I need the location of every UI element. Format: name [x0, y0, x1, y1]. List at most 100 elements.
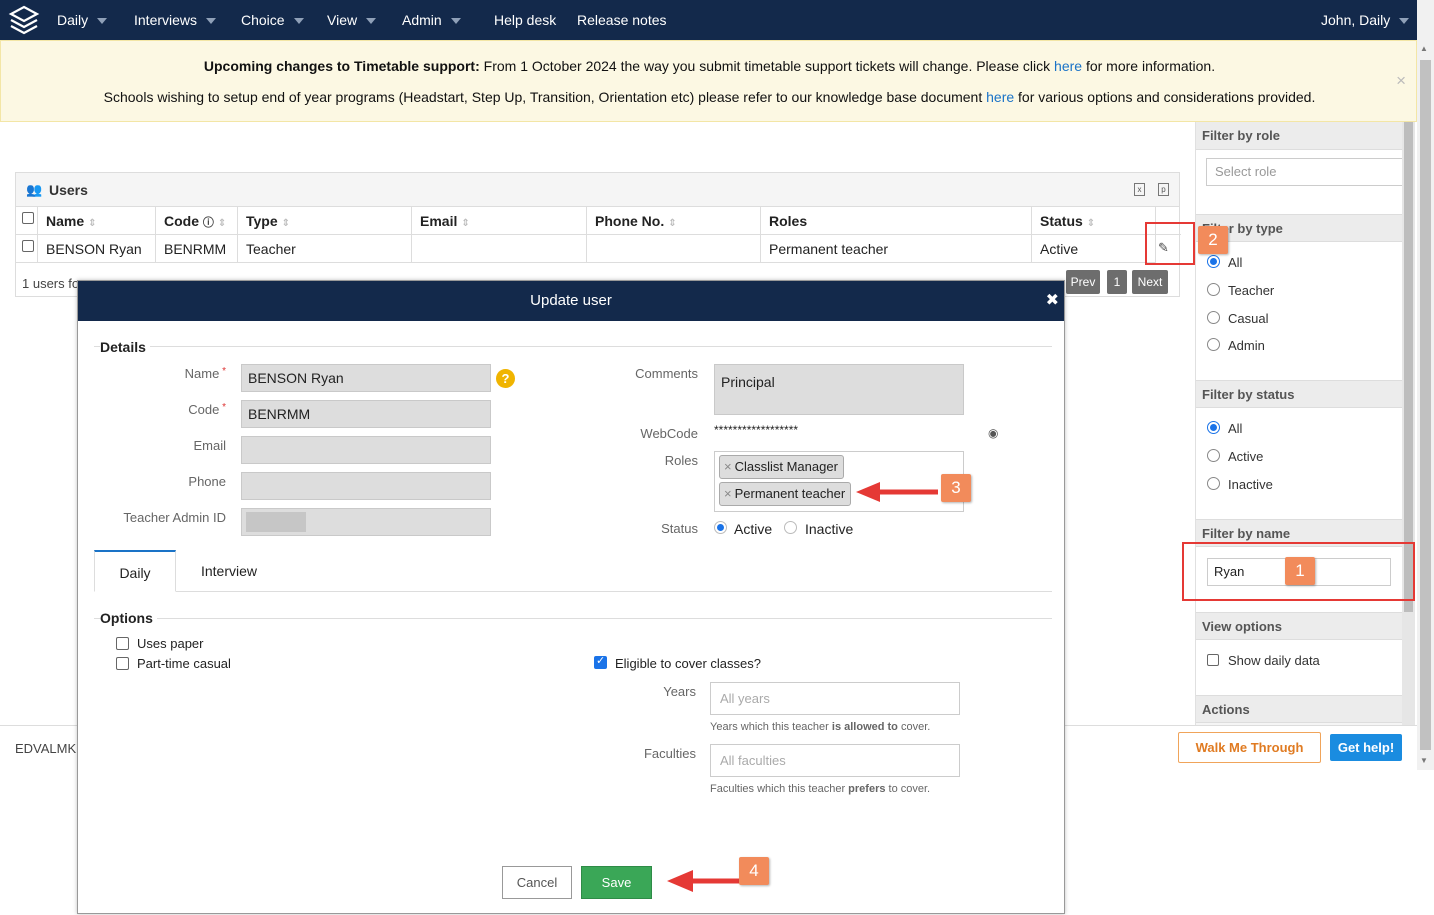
- teacher-admin-id-input[interactable]: [241, 508, 491, 536]
- type-radio-admin[interactable]: [1207, 338, 1220, 351]
- faculties-hint: Faculties which this teacher prefers to …: [710, 783, 931, 795]
- export-excel-icon[interactable]: x: [1134, 183, 1145, 196]
- options-legend: Options: [100, 610, 157, 626]
- sort-icon: ⇕: [281, 218, 291, 229]
- info-icon: ⓘ: [202, 217, 214, 229]
- sort-icon: ⇕: [217, 218, 227, 229]
- prev-page-button[interactable]: Prev: [1066, 270, 1100, 294]
- top-navbar: Daily Interviews Choice View Admin Help …: [0, 0, 1434, 40]
- years-hint: Years which this teacher is allowed to c…: [710, 721, 931, 733]
- page-scrollbar-thumb[interactable]: [1420, 60, 1431, 750]
- comments-textarea[interactable]: Principal: [714, 364, 964, 415]
- type-radio-all[interactable]: [1207, 255, 1220, 268]
- uses-paper-checkbox[interactable]: [116, 637, 129, 650]
- filter-role-title: Filter by role: [1196, 122, 1403, 150]
- email-input[interactable]: [241, 436, 491, 464]
- annotation-box-2: [1145, 222, 1195, 265]
- nav-menu-view[interactable]: View: [327, 0, 377, 40]
- help-icon[interactable]: ?: [496, 369, 515, 388]
- code-input[interactable]: BENRMM: [241, 400, 491, 428]
- page-1-button[interactable]: 1: [1107, 270, 1127, 294]
- modal-title: Update user: [530, 292, 612, 309]
- cancel-button[interactable]: Cancel: [502, 866, 572, 899]
- select-all-checkbox[interactable]: [22, 212, 34, 224]
- years-input[interactable]: All years: [710, 682, 960, 715]
- footer-brand: EDVALMK: [15, 741, 77, 756]
- webcode-label: WebCode: [640, 426, 698, 441]
- next-page-button[interactable]: Next: [1132, 270, 1168, 294]
- part-time-casual-label: Part-time casual: [137, 656, 231, 671]
- column-header-phone[interactable]: Phone No. ⇕: [587, 207, 761, 235]
- chevron-down-icon: [450, 18, 461, 25]
- status-radio-inactive[interactable]: [1207, 477, 1220, 490]
- view-options-section: Show daily data: [1196, 640, 1403, 695]
- banner-close-icon[interactable]: ×: [1396, 71, 1406, 91]
- role-tag-classlist-manager[interactable]: × Classlist Manager: [719, 455, 844, 479]
- users-count: 1 users fo: [22, 276, 80, 291]
- scroll-down-icon[interactable]: ▼: [1420, 756, 1428, 765]
- tab-interview[interactable]: Interview: [186, 550, 272, 592]
- save-button[interactable]: Save: [581, 866, 652, 899]
- column-header-status[interactable]: Status ⇕: [1032, 207, 1156, 235]
- banner-link-1[interactable]: here: [1054, 58, 1082, 74]
- status-label-active: Active: [1228, 449, 1264, 464]
- tab-daily[interactable]: Daily: [94, 550, 176, 592]
- remove-tag-icon[interactable]: ×: [724, 486, 732, 501]
- role-select[interactable]: Select role: [1206, 158, 1403, 186]
- status-radio-inactive[interactable]: [784, 521, 797, 534]
- status-label-all: All: [1228, 421, 1243, 436]
- users-panel: 👥 Users x p Name ⇕ Code ⓘ ⇕ Type ⇕ Email ⇕ P…: [15, 172, 1181, 297]
- column-header-email[interactable]: Email ⇕: [412, 207, 587, 235]
- get-help-button[interactable]: Get help!: [1330, 734, 1402, 761]
- type-radio-teacher[interactable]: [1207, 283, 1220, 296]
- status-radio-active[interactable]: [1207, 449, 1220, 462]
- filter-status-section: All Active Inactive: [1196, 408, 1403, 519]
- user-menu[interactable]: John, Daily: [1321, 0, 1410, 40]
- cell-roles: Permanent teacher: [761, 235, 1032, 263]
- phone-label: Phone: [188, 474, 226, 489]
- type-label-admin: Admin: [1228, 338, 1265, 353]
- annotation-arrow-4: [667, 870, 739, 892]
- nav-menu-interviews[interactable]: Interviews: [134, 0, 217, 40]
- type-label-casual: Casual: [1228, 311, 1269, 326]
- nav-menu-daily[interactable]: Daily: [57, 0, 108, 40]
- column-header-type[interactable]: Type ⇕: [238, 207, 412, 235]
- show-daily-checkbox[interactable]: [1207, 654, 1219, 666]
- type-label-all: All: [1228, 255, 1243, 270]
- remove-tag-icon[interactable]: ×: [724, 459, 732, 474]
- walk-me-through-button[interactable]: Walk Me Through: [1178, 732, 1321, 763]
- banner-link-2[interactable]: here: [986, 89, 1014, 105]
- nav-menu-choice[interactable]: Choice: [241, 0, 304, 40]
- options-divider: [94, 618, 1052, 619]
- status-radio-all[interactable]: [1207, 421, 1220, 434]
- annotation-badge-4: 4: [739, 857, 769, 885]
- app-logo-icon[interactable]: [8, 4, 40, 36]
- teacher-admin-id-label: Teacher Admin ID: [123, 510, 226, 525]
- nav-menu-admin[interactable]: Admin: [402, 0, 461, 40]
- faculties-input[interactable]: All faculties: [710, 744, 960, 777]
- status-radio-active[interactable]: [714, 521, 727, 534]
- sidebar-scrollbar-thumb[interactable]: [1404, 122, 1413, 612]
- uses-paper-label: Uses paper: [137, 636, 204, 651]
- row-checkbox[interactable]: [22, 240, 34, 252]
- column-header-code[interactable]: Code ⓘ ⇕: [156, 207, 238, 235]
- part-time-casual-checkbox[interactable]: [116, 657, 129, 670]
- banner-line-1: Upcoming changes to Timetable support: F…: [203, 58, 1216, 74]
- nav-release-notes[interactable]: Release notes: [577, 0, 667, 40]
- chevron-down-icon: [366, 18, 377, 25]
- show-password-eye-icon[interactable]: ◉: [988, 426, 998, 440]
- type-radio-casual[interactable]: [1207, 311, 1220, 324]
- eligible-cover-checkbox[interactable]: [594, 654, 607, 669]
- users-icon: 👥: [26, 182, 43, 197]
- chevron-down-icon: [1399, 18, 1410, 25]
- scroll-up-icon[interactable]: ▲: [1420, 44, 1428, 53]
- export-pdf-icon[interactable]: p: [1158, 183, 1169, 196]
- column-header-name[interactable]: Name ⇕: [38, 207, 156, 235]
- nav-help-desk[interactable]: Help desk: [494, 0, 556, 40]
- role-tag-permanent-teacher[interactable]: × Permanent teacher: [719, 482, 852, 506]
- phone-input[interactable]: [241, 472, 491, 500]
- name-input[interactable]: BENSON Ryan: [241, 364, 491, 392]
- type-label-teacher: Teacher: [1228, 283, 1275, 298]
- modal-close-icon[interactable]: ✖: [1046, 290, 1059, 310]
- sort-icon: ⇕: [461, 218, 470, 229]
